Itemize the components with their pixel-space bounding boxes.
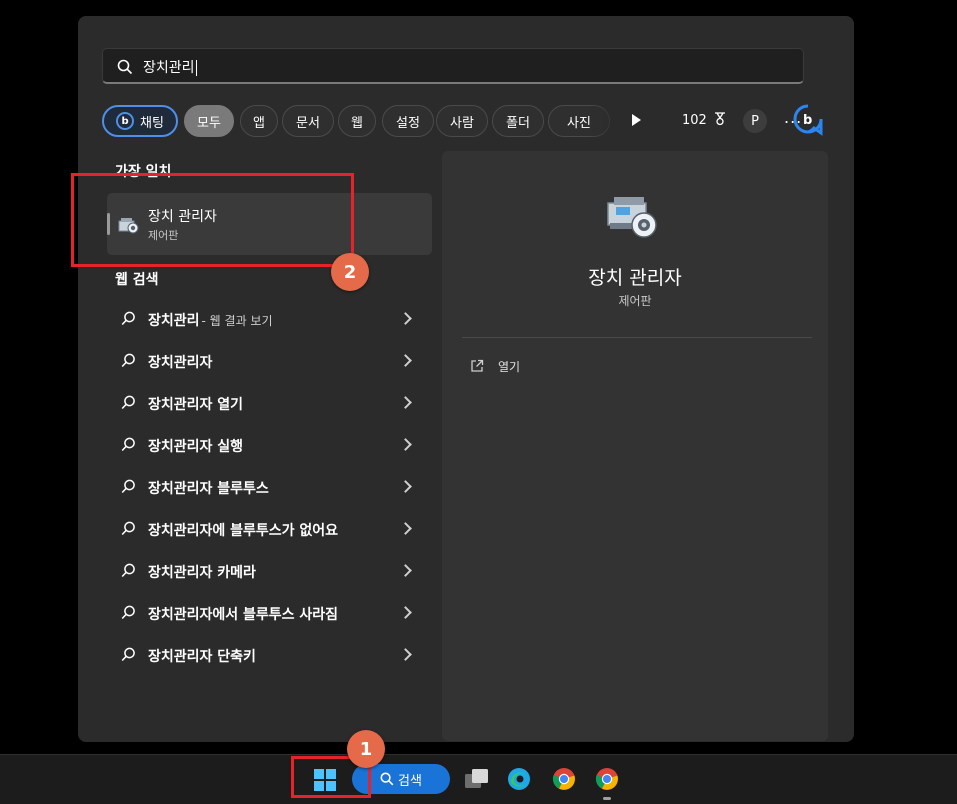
- search-icon: [121, 311, 135, 326]
- search-query-text: 장치관리: [143, 57, 197, 77]
- filter-apps[interactable]: 앱: [240, 105, 278, 137]
- chevron-right-icon: [399, 438, 412, 451]
- search-icon: [121, 395, 135, 410]
- chevron-right-icon: [399, 522, 412, 535]
- web-search-label: 장치관리자 실행: [148, 439, 244, 455]
- highlight-box-best-match: [71, 173, 354, 267]
- filter-fade: [588, 105, 624, 137]
- step-badge-2: 2: [331, 253, 369, 291]
- search-icon: [121, 605, 135, 620]
- web-search-label: 장치관리: [148, 313, 200, 329]
- account-avatar[interactable]: P: [743, 109, 767, 133]
- task-view-icon[interactable]: [464, 768, 490, 790]
- filter-web[interactable]: 웹: [338, 105, 376, 137]
- chevron-right-icon: [399, 648, 412, 661]
- rewards-points[interactable]: 102: [682, 112, 727, 128]
- scroll-right-icon[interactable]: [632, 114, 641, 126]
- web-search-item[interactable]: 장치관리자: [107, 340, 432, 382]
- search-icon: [121, 353, 135, 368]
- start-search-panel: 장치관리 b 채팅 모두 앱 문서 웹 설정 사람 폴더 사진 102 P ..…: [78, 16, 854, 742]
- web-search-item[interactable]: 장치관리자 열기: [107, 382, 432, 424]
- web-search-label: 장치관리자 열기: [148, 397, 244, 413]
- running-indicator: [603, 797, 611, 800]
- web-search-item[interactable]: 장치관리자 블루투스: [107, 466, 432, 508]
- web-search-heading: 웹 검색: [115, 272, 159, 288]
- web-search-item[interactable]: 장치관리자 실행: [107, 424, 432, 466]
- web-search-label: 장치관리자 카메라: [148, 565, 256, 581]
- taskbar-search-label: 검색: [398, 773, 422, 789]
- taskbar: 검색: [0, 754, 957, 804]
- filter-label: 설정: [396, 115, 420, 131]
- detail-pane: 장치 관리자 제어판 열기: [442, 151, 828, 741]
- chevron-right-icon: [399, 564, 412, 577]
- svg-text:b: b: [803, 113, 812, 128]
- filter-label: 폴더: [506, 115, 530, 131]
- web-search-item[interactable]: 장치관리자 카메라: [107, 550, 432, 592]
- detail-divider: [462, 337, 812, 338]
- web-search-suffix: - 웹 결과 보기: [201, 314, 273, 328]
- web-search-item[interactable]: 장치관리 - 웹 결과 보기: [107, 298, 432, 340]
- web-search-label: 장치관리자에 블루투스가 없어요: [148, 523, 339, 539]
- chevron-right-icon: [399, 354, 412, 367]
- web-search-label: 장치관리자 블루투스: [148, 481, 269, 497]
- filter-bar: b 채팅 모두 앱 문서 웹 설정 사람 폴더 사진 102 P ... b: [102, 103, 832, 139]
- medal-icon: [714, 112, 725, 126]
- detail-subtitle: 제어판: [618, 294, 652, 308]
- points-value: 102: [682, 113, 707, 128]
- chevron-right-icon: [399, 480, 412, 493]
- search-icon: [117, 59, 133, 75]
- web-search-label: 장치관리자: [148, 355, 213, 371]
- filter-label: 앱: [253, 115, 265, 131]
- chevron-right-icon: [399, 606, 412, 619]
- filter-settings[interactable]: 설정: [382, 105, 434, 137]
- search-icon: [121, 479, 135, 494]
- web-search-item[interactable]: 장치관리자에서 블루투스 사라짐: [107, 592, 432, 634]
- web-search-item[interactable]: 장치관리자에 블루투스가 없어요: [107, 508, 432, 550]
- filter-documents[interactable]: 문서: [282, 105, 334, 137]
- bing-icon: b: [116, 112, 135, 130]
- search-icon: [121, 437, 135, 452]
- search-icon: [121, 563, 135, 578]
- chrome-browser-icon[interactable]: [595, 767, 619, 791]
- web-search-label: 장치관리자에서 블루투스 사라짐: [148, 607, 339, 623]
- filter-people[interactable]: 사람: [436, 105, 488, 137]
- chevron-right-icon: [399, 396, 412, 409]
- step-badge-1: 1: [347, 730, 385, 768]
- filter-label: 사람: [450, 115, 474, 131]
- chrome-browser-icon[interactable]: [552, 767, 576, 791]
- filter-label: 문서: [296, 115, 320, 131]
- open-external-icon[interactable]: [470, 359, 484, 373]
- chevron-right-icon: [399, 312, 412, 325]
- detail-title: 장치 관리자: [588, 267, 682, 289]
- filter-all[interactable]: 모두: [184, 105, 234, 137]
- filter-chat-label: 채팅: [140, 115, 164, 131]
- open-action[interactable]: 열기: [498, 358, 520, 375]
- search-icon: [380, 772, 394, 786]
- edge-browser-icon[interactable]: [507, 767, 531, 791]
- search-icon: [121, 521, 135, 536]
- filter-folders[interactable]: 폴더: [492, 105, 544, 137]
- bing-chat-icon[interactable]: b: [792, 103, 824, 139]
- web-search-item[interactable]: 장치관리자 단축키: [107, 634, 432, 676]
- search-icon: [121, 647, 135, 662]
- filter-chat-button[interactable]: b 채팅: [102, 105, 178, 137]
- search-input[interactable]: 장치관리: [102, 48, 804, 84]
- device-manager-icon: [607, 197, 657, 238]
- web-search-label: 장치관리자 단축키: [148, 649, 256, 665]
- filter-label: 모두: [197, 115, 221, 131]
- filter-label: 웹: [351, 115, 363, 131]
